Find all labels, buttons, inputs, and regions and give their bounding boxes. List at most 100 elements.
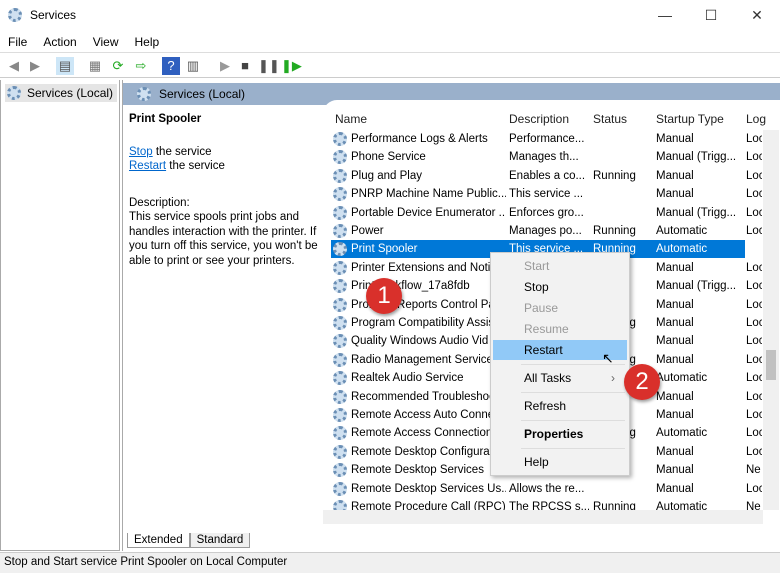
cell-log-on-as: Loc bbox=[746, 372, 762, 385]
toolbar: ◀ ▶ ▤ ▦ ⟳ ⇨ ? ▥ ▶ ■ ❚❚ ❚▶ bbox=[0, 52, 780, 78]
cell-log-on-as: Loc bbox=[746, 427, 762, 440]
cell-name: Remote Desktop Services Us... bbox=[351, 482, 506, 495]
cell-log-on-as: Loc bbox=[746, 280, 762, 293]
cell-name: Performance Logs & Alerts bbox=[351, 133, 488, 145]
pane-header-title: Services (Local) bbox=[159, 87, 246, 101]
menu-item-label: Restart bbox=[524, 343, 563, 357]
cell-name: Recommended Troubleshoo bbox=[351, 390, 496, 403]
menu-item-pause[interactable]: Pause bbox=[493, 298, 627, 318]
stop-service-icon[interactable]: ■ bbox=[236, 57, 254, 75]
service-gear-icon bbox=[333, 334, 347, 349]
cell-log-on-as: Loc bbox=[746, 335, 762, 348]
back-icon[interactable]: ◀ bbox=[5, 57, 23, 75]
menu-item-properties[interactable]: Properties bbox=[493, 424, 627, 444]
cell-startup-type: Manual (Trigg... bbox=[656, 151, 737, 164]
cell-name: Plug and Play bbox=[351, 169, 422, 182]
service-row[interactable]: PNRP Machine Name Public... This service … bbox=[331, 185, 762, 203]
menu-help[interactable]: Help bbox=[127, 32, 168, 52]
cell-description: Enables a co... bbox=[509, 169, 586, 182]
pause-service-icon[interactable]: ❚❚ bbox=[258, 57, 280, 75]
cell-startup-type: Manual bbox=[656, 409, 694, 421]
menu-item-start[interactable]: Start bbox=[493, 256, 627, 276]
cell-log-on-as: Loc bbox=[746, 390, 762, 403]
column-header-name[interactable]: Name bbox=[335, 112, 367, 126]
cell-description: Manages th... bbox=[509, 151, 579, 164]
menu-item-label: Start bbox=[524, 259, 550, 273]
vertical-scrollbar[interactable] bbox=[763, 130, 779, 510]
column-header-startup-type[interactable]: Startup Type bbox=[656, 112, 724, 126]
menu-item-label: Pause bbox=[524, 301, 559, 315]
cell-startup-type: Automatic bbox=[656, 427, 708, 440]
cell-log-on-as: Loc bbox=[746, 317, 762, 329]
cell-name: Realtek Audio Service bbox=[351, 372, 464, 385]
cell-description: This service ... bbox=[509, 188, 584, 201]
cell-log-on-as: Loc bbox=[746, 169, 762, 182]
menu-file[interactable]: File bbox=[0, 32, 35, 52]
column-header-log-on-as[interactable]: Log bbox=[746, 112, 766, 126]
show-hide-console-tree-icon[interactable]: ▤ bbox=[56, 57, 74, 75]
close-button[interactable]: ✕ bbox=[734, 0, 780, 30]
cell-log-on-as: Loc bbox=[746, 188, 762, 201]
service-row[interactable]: Phone Service Manages th... Manual (Trigg.… bbox=[331, 148, 762, 166]
service-gear-icon bbox=[333, 426, 347, 441]
menu-item-stop[interactable]: Stop bbox=[493, 277, 627, 297]
menu-item-all-tasks[interactable]: All Tasks › bbox=[493, 368, 627, 388]
start-service-icon[interactable]: ▶ bbox=[216, 57, 234, 75]
services-pane: Services (Local) Print Spooler Stop the … bbox=[122, 80, 780, 551]
export-list-icon[interactable]: ⇨ bbox=[132, 57, 150, 75]
horizontal-scrollbar[interactable] bbox=[323, 510, 763, 524]
menu-separator bbox=[521, 420, 625, 421]
menu-item-help[interactable]: Help bbox=[493, 452, 627, 472]
service-gear-icon bbox=[333, 224, 347, 238]
cell-startup-type: Manual (Trigg... bbox=[656, 280, 737, 293]
cell-startup-type: Automatic bbox=[656, 243, 708, 256]
console-tree: Services (Local) bbox=[0, 80, 120, 551]
menu-item-refresh[interactable]: Refresh bbox=[493, 396, 627, 416]
maximize-button[interactable]: ☐ bbox=[688, 0, 734, 30]
show-action-pane-icon[interactable]: ▥ bbox=[184, 57, 202, 75]
minimize-button[interactable]: — bbox=[642, 0, 688, 30]
service-row[interactable]: Plug and Play Enables a co... Running Manua… bbox=[331, 167, 762, 185]
cell-name: Remote Access Connection ... bbox=[351, 427, 506, 440]
service-gear-icon bbox=[333, 481, 347, 496]
service-row[interactable]: Remote Desktop Services Us... Allows the … bbox=[331, 480, 762, 498]
menu-item-label: Refresh bbox=[524, 399, 567, 413]
services-app-icon bbox=[8, 8, 22, 22]
menu-view[interactable]: View bbox=[85, 32, 127, 52]
menu-item-resume[interactable]: Resume bbox=[493, 319, 627, 339]
view-tabs: Extended Standard bbox=[127, 532, 251, 550]
description-label: Description: bbox=[129, 196, 190, 209]
forward-icon[interactable]: ▶ bbox=[26, 57, 44, 75]
restart-service-link[interactable]: Restart bbox=[129, 160, 166, 172]
service-row[interactable]: Portable Device Enumerator ... Enforces g… bbox=[331, 204, 762, 222]
column-header-status[interactable]: Status bbox=[593, 112, 627, 126]
link-text: the service bbox=[166, 160, 225, 172]
cell-log-on-as: Loc bbox=[746, 482, 762, 495]
cell-name: Remote Desktop Services bbox=[351, 464, 484, 477]
column-header-description[interactable]: Description bbox=[509, 112, 569, 126]
menu-separator bbox=[521, 448, 625, 449]
help-icon[interactable]: ? bbox=[162, 57, 180, 75]
cell-log-on-as: Loc bbox=[746, 298, 762, 311]
menu-action[interactable]: Action bbox=[35, 32, 84, 52]
tab-extended[interactable]: Extended bbox=[127, 533, 190, 548]
refresh-icon[interactable]: ⟳ bbox=[109, 57, 127, 75]
restart-service-icon[interactable]: ❚▶ bbox=[281, 57, 302, 75]
scrollbar-thumb[interactable] bbox=[766, 350, 776, 380]
service-gear-icon bbox=[333, 187, 347, 202]
cell-log-on-as: Loc bbox=[746, 133, 762, 145]
cell-log-on-as: Loc bbox=[746, 445, 762, 458]
menu-separator bbox=[521, 392, 625, 393]
window-title: Services bbox=[30, 8, 77, 22]
description-text: This service spools print jobs and handl… bbox=[129, 211, 318, 267]
cell-status: Running bbox=[593, 225, 636, 237]
stop-service-link[interactable]: Stop bbox=[129, 146, 153, 158]
tree-item-services-local[interactable]: Services (Local) bbox=[5, 84, 118, 102]
properties-icon[interactable]: ▦ bbox=[86, 57, 104, 75]
service-gear-icon bbox=[333, 150, 347, 165]
cell-startup-type: Manual bbox=[656, 353, 694, 366]
tab-standard[interactable]: Standard bbox=[189, 533, 251, 548]
service-row[interactable]: Power Manages po... Running Automatic Loc bbox=[331, 222, 762, 240]
service-row[interactable]: Performance Logs & Alerts Performance... M… bbox=[331, 130, 762, 148]
cell-status: Running bbox=[593, 169, 636, 182]
